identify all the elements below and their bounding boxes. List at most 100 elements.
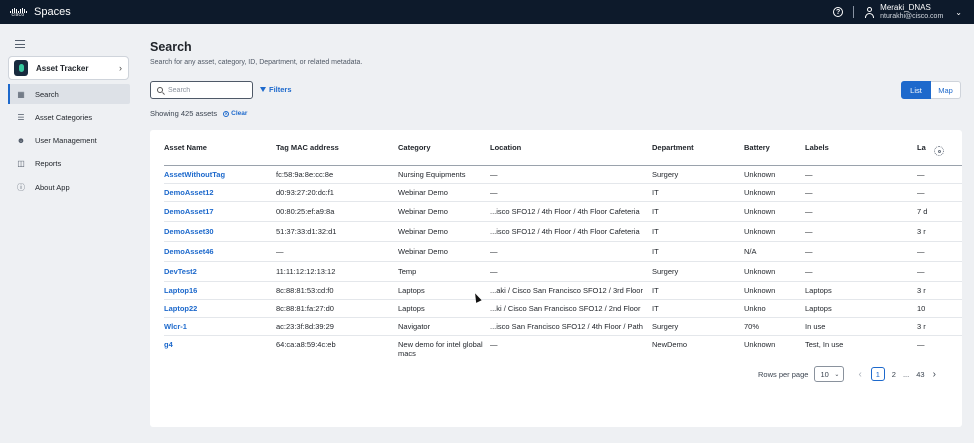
chevron-down-icon[interactable]: ⌄ [955,8,962,17]
question-circle-icon[interactable]: ? [833,7,844,17]
table-row[interactable]: Wlcr-1 ac:23:3f:8d:39:29 Navigator ...is… [164,317,962,336]
pagination: Rows per page 10 ⌄ ‹ 1 2 ... 43 › [758,366,936,382]
app-title: Spaces [34,6,71,18]
page-title: Search [150,40,192,54]
cisco-logo-icon: cisco [8,6,28,18]
list-view-button[interactable]: List [901,81,931,99]
asset-name-link[interactable]: Laptop22 [164,299,276,318]
asset-name-link[interactable]: AssetWithoutTag [164,165,276,184]
filters-label: Filters [269,85,292,94]
info-icon: ⓘ [17,182,25,192]
search-input[interactable] [168,86,248,94]
table-row[interactable]: AssetWithoutTag fc:58:9a:8e:cc:8e Nursin… [164,165,962,184]
table-row[interactable]: DemoAsset46 — Webinar Demo — IT N/A — — [164,241,962,262]
clear-button[interactable]: ✕ Clear [223,110,247,117]
table-cell: 70% [744,317,805,336]
map-view-button[interactable]: Map [931,81,961,99]
table-cell: Navigator [398,317,490,336]
user-menu[interactable]: Meraki_DNAS nturakhi@cisco.com [880,3,943,21]
top-bar: cisco Spaces ? Meraki_DNAS nturakhi@cisc… [0,0,974,24]
table-cell: — [490,241,652,262]
table-row[interactable]: DemoAsset12 d0:93:27:20:dc:f1 Webinar De… [164,183,962,202]
chevron-left-icon[interactable]: ‹ [858,369,861,380]
table-cell: Surgery [652,317,744,336]
table-cell: Temp [398,261,490,282]
clear-label: Clear [231,110,248,117]
table-cell: — [276,241,398,262]
table-cell: — [805,261,917,282]
table-cell: 00:80:25:ef:a9:8a [276,201,398,222]
rows-per-page-select[interactable]: 10 ⌄ [814,366,845,382]
assets-table: Asset Name Tag MAC address Category Loca… [164,130,962,361]
asset-name-link[interactable]: DemoAsset30 [164,221,276,242]
table-cell: — [805,241,917,262]
table-row[interactable]: Laptop16 8c:88:81:53:cd:f0 Laptops ...ak… [164,281,962,300]
page-button[interactable]: 1 [870,367,885,381]
page-button[interactable]: 43 [916,370,924,379]
table-row[interactable]: g4 64:ca:a8:59:4c:eb New demo for intel … [164,335,962,361]
table-cell: Unknown [744,281,805,300]
asset-name-link[interactable]: DemoAsset12 [164,183,276,202]
column-header[interactable]: Battery [744,130,805,165]
table-row[interactable]: Laptop22 8c:88:81:fa:27:d0 Laptops ...ki… [164,299,962,318]
column-header[interactable]: Location [490,130,652,165]
table-cell: — [490,165,652,184]
table-cell: fc:58:9a:8e:cc:8e [276,165,398,184]
cisco-logo[interactable]: cisco Spaces [8,6,71,18]
column-header[interactable]: Labels [805,130,917,165]
page-button[interactable]: 2 [892,370,896,379]
sidebar-item-about-app[interactable]: ⓘ About App [8,177,130,197]
sidebar-nav: ▦ Search ☰ Asset Categories ☻ User Manag… [8,84,130,200]
chevron-right-icon[interactable]: › [933,369,936,380]
sidebar-item-reports[interactable]: ◫ Reports [8,154,130,174]
table-row[interactable]: DemoAsset17 00:80:25:ef:a9:8a Webinar De… [164,201,962,222]
asset-name-link[interactable]: g4 [164,335,276,361]
column-header[interactable]: La [917,130,962,165]
app-switcher[interactable]: Asset Tracker › [8,56,129,80]
app-switcher-label: Asset Tracker [36,63,89,73]
page-ellipsis: ... [902,369,910,379]
sidebar-item-label: Reports [35,159,62,169]
table-cell: 8c:88:81:fa:27:d0 [276,299,398,318]
asset-name-link[interactable]: DemoAsset46 [164,241,276,262]
table-cell: 8c:88:81:53:cd:f0 [276,281,398,300]
filters-button[interactable]: Filters [260,85,292,94]
table-cell: — [805,183,917,202]
table-cell: Surgery [652,261,744,282]
column-header[interactable]: Tag MAC address [276,130,398,165]
sidebar-item-search[interactable]: ▦ Search [8,84,130,104]
column-header[interactable]: Category [398,130,490,165]
table-cell: Unkno [744,299,805,318]
sidebar-item-asset-categories[interactable]: ☰ Asset Categories [8,107,130,127]
table-row[interactable]: DemoAsset30 51:37:33:d1:32:d1 Webinar De… [164,221,962,242]
asset-name-link[interactable]: DemoAsset17 [164,201,276,222]
table-cell: ...ki / Cisco San Francisco SFO12 / 2nd … [490,299,652,318]
asset-name-link[interactable]: DevTest2 [164,261,276,282]
hamburger-menu-icon[interactable] [15,40,25,51]
user-icon[interactable] [864,6,875,18]
grid-icon: ▦ [17,89,25,99]
table-cell: 7 d [917,201,962,222]
table-row[interactable]: DevTest2 11:11:12:12:13:12 Temp — Surger… [164,261,962,282]
user-name: Meraki_DNAS [880,3,931,12]
table-cell: — [805,201,917,222]
search-icon [157,87,163,93]
table-cell: ...aki / Cisco San Francisco SFO12 / 3rd… [490,281,652,300]
table-cell: Surgery [652,165,744,184]
table-cell: — [917,339,925,349]
table-cell: — [490,339,498,349]
chevron-down-icon: ⌄ [834,371,840,378]
report-icon: ◫ [17,159,25,169]
search-field[interactable] [150,81,253,99]
sidebar-item-user-management[interactable]: ☻ User Management [8,131,130,151]
table-cell: Unknown [744,183,805,202]
column-header[interactable]: Asset Name [164,130,276,165]
asset-name-link[interactable]: Wlcr-1 [164,317,276,336]
column-header[interactable]: Department [652,130,744,165]
table-cell: — [805,165,917,184]
rows-per-page-value: 10 [820,369,829,379]
page-subtitle: Search for any asset, category, ID, Depa… [150,59,363,66]
table-cell: N/A [744,241,805,262]
sidebar-item-label: About App [35,182,70,192]
asset-name-link[interactable]: Laptop16 [164,281,276,300]
